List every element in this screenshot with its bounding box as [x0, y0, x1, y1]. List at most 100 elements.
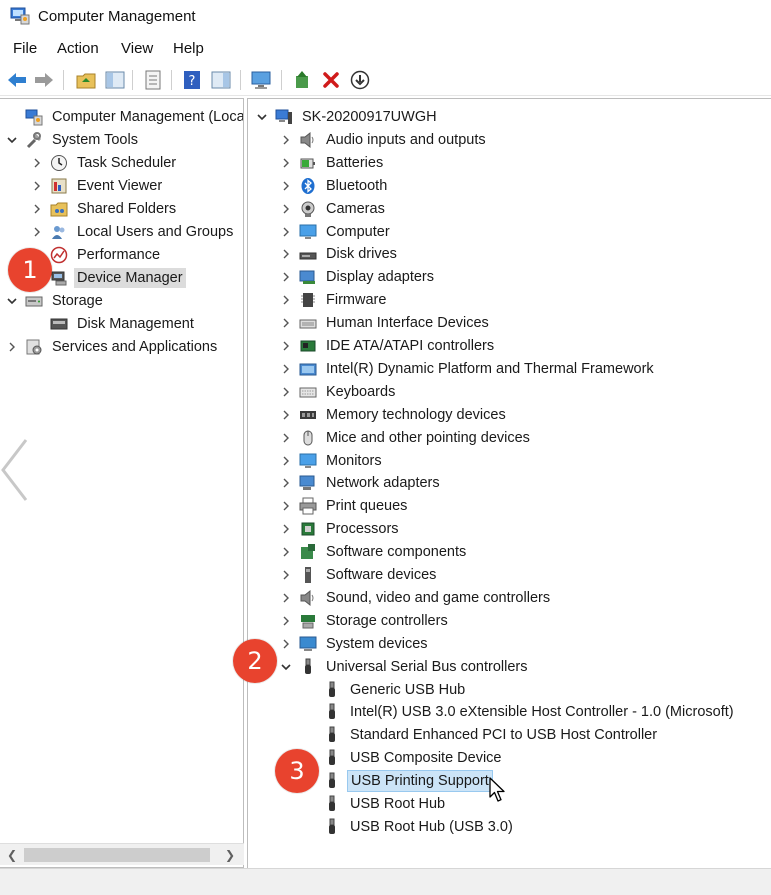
- tree-item-system-tools[interactable]: System Tools: [5, 129, 141, 151]
- keyboard-icon: [299, 383, 317, 401]
- expand-chevron-icon[interactable]: [30, 202, 44, 216]
- computer-icon[interactable]: [250, 69, 272, 91]
- help-icon[interactable]: ?: [181, 69, 203, 91]
- collapse-chevron-icon[interactable]: [279, 660, 293, 674]
- expand-chevron-icon[interactable]: [279, 591, 293, 605]
- expand-chevron-icon[interactable]: [279, 316, 293, 330]
- expand-chevron-icon[interactable]: [30, 225, 44, 239]
- tree-item-services-and-applications[interactable]: Services and Applications: [5, 336, 220, 358]
- device-category-keyboards[interactable]: Keyboards: [279, 381, 398, 403]
- uninstall-icon[interactable]: [320, 69, 342, 91]
- scroll-right-arrow-icon[interactable]: ❯: [222, 847, 238, 863]
- expand-chevron-icon[interactable]: [279, 339, 293, 353]
- tree-node-label: Task Scheduler: [77, 155, 177, 171]
- usb-device-generic-usb-hub[interactable]: Generic USB Hub: [303, 679, 468, 701]
- device-category-ide-ata-atapi-controllers[interactable]: IDE ATA/ATAPI controllers: [279, 335, 497, 357]
- tree-item-task-scheduler[interactable]: Task Scheduler: [30, 152, 179, 174]
- console-tree-pane[interactable]: Computer Management (Local System Tools Ta…: [0, 98, 244, 868]
- expand-chevron-icon[interactable]: [279, 614, 293, 628]
- expand-chevron-icon[interactable]: [279, 270, 293, 284]
- device-category-universal-serial-bus-controllers[interactable]: Universal Serial Bus controllers: [279, 656, 530, 678]
- device-category-system-devices[interactable]: System devices: [279, 633, 431, 655]
- device-category-network-adapters[interactable]: Network adapters: [279, 472, 443, 494]
- expand-chevron-icon[interactable]: [279, 225, 293, 239]
- expand-chevron-icon[interactable]: [279, 408, 293, 422]
- menu-help[interactable]: Help: [173, 40, 204, 57]
- collapse-chevron-icon[interactable]: [5, 294, 19, 308]
- menu-view[interactable]: View: [121, 40, 153, 57]
- show-hide-tree-icon[interactable]: [104, 69, 126, 91]
- collapse-chevron-icon[interactable]: [5, 133, 19, 147]
- expand-chevron-icon[interactable]: [279, 499, 293, 513]
- device-category-monitors[interactable]: Monitors: [279, 450, 385, 472]
- usb-device-usb-printing-support[interactable]: USB Printing Support: [303, 770, 493, 793]
- expand-chevron-icon[interactable]: [279, 156, 293, 170]
- device-category-print-queues[interactable]: Print queues: [279, 495, 410, 517]
- tree-item-disk-management[interactable]: Disk Management: [30, 313, 197, 335]
- device-category-batteries[interactable]: Batteries: [279, 152, 386, 174]
- expand-chevron-icon[interactable]: [279, 431, 293, 445]
- device-category-software-components[interactable]: Software components: [279, 541, 469, 563]
- device-category-memory-technology-devices[interactable]: Memory technology devices: [279, 404, 509, 426]
- device-category-intel-r-dynamic-platform-and-thermal-framework[interactable]: Intel(R) Dynamic Platform and Thermal Fr…: [279, 358, 657, 380]
- expand-chevron-icon[interactable]: [5, 340, 19, 354]
- usb-device-usb-composite-device[interactable]: USB Composite Device: [303, 747, 505, 769]
- forward-icon[interactable]: [33, 69, 55, 91]
- expand-chevron-icon[interactable]: [279, 179, 293, 193]
- usb-device-usb-root-hub-usb-3-0[interactable]: USB Root Hub (USB 3.0): [303, 816, 516, 838]
- usb-device-usb-root-hub[interactable]: USB Root Hub: [303, 793, 448, 815]
- scrollbar-thumb[interactable]: [24, 848, 210, 862]
- device-category-human-interface-devices[interactable]: Human Interface Devices: [279, 312, 492, 334]
- device-category-processors[interactable]: Processors: [279, 518, 402, 540]
- properties-icon[interactable]: [142, 69, 164, 91]
- expand-chevron-icon[interactable]: [279, 522, 293, 536]
- device-category-bluetooth[interactable]: Bluetooth: [279, 175, 390, 197]
- menu-file[interactable]: File: [13, 40, 37, 57]
- expand-chevron-icon[interactable]: [279, 133, 293, 147]
- expand-chevron-icon[interactable]: [30, 179, 44, 193]
- expand-chevron-icon[interactable]: [279, 247, 293, 261]
- tree-item-storage[interactable]: Storage: [5, 290, 106, 312]
- tree-item-shared-folders[interactable]: Shared Folders: [30, 198, 179, 220]
- expand-chevron-icon[interactable]: [279, 476, 293, 490]
- update-driver-icon[interactable]: [291, 69, 313, 91]
- device-category-sound-video-and-game-controllers[interactable]: Sound, video and game controllers: [279, 587, 553, 609]
- device-category-firmware[interactable]: Firmware: [279, 289, 389, 311]
- collapse-chevron-icon[interactable]: [255, 110, 269, 124]
- scan-hardware-icon[interactable]: [349, 69, 371, 91]
- expand-chevron-icon[interactable]: [30, 156, 44, 170]
- expand-chevron-icon[interactable]: [279, 385, 293, 399]
- device-category-storage-controllers[interactable]: Storage controllers: [279, 610, 451, 632]
- usb-device-intel-r-usb-3-0-extensible-host-controller-1-0-microsoft[interactable]: Intel(R) USB 3.0 eXtensible Host Control…: [303, 701, 737, 723]
- device-category-audio-inputs-and-outputs[interactable]: Audio inputs and outputs: [279, 129, 489, 151]
- device-category-cameras[interactable]: Cameras: [279, 198, 388, 220]
- expand-chevron-icon[interactable]: [279, 454, 293, 468]
- tree-item-device-manager[interactable]: Device Manager: [30, 267, 186, 289]
- tree-item-local-users-and-groups[interactable]: Local Users and Groups: [30, 221, 236, 243]
- device-category-disk-drives[interactable]: Disk drives: [279, 243, 400, 265]
- action-pane-icon[interactable]: [210, 69, 232, 91]
- expand-chevron-icon[interactable]: [279, 545, 293, 559]
- expand-chevron-icon[interactable]: [279, 568, 293, 582]
- scroll-left-arrow-icon[interactable]: ❮: [4, 847, 20, 863]
- usb-icon: [323, 681, 341, 699]
- device-root-computer[interactable]: SK-20200917UWGH: [255, 106, 440, 128]
- expand-chevron-icon[interactable]: [279, 202, 293, 216]
- device-tree-pane[interactable]: SK-20200917UWGH Audio inputs and outputs B…: [247, 98, 771, 868]
- expand-chevron-icon[interactable]: [279, 362, 293, 376]
- back-icon[interactable]: [6, 69, 28, 91]
- up-folder-icon[interactable]: [75, 69, 97, 91]
- device-category-mice-and-other-pointing-devices[interactable]: Mice and other pointing devices: [279, 427, 533, 449]
- tree-item-computer-management-local[interactable]: Computer Management (Local: [5, 106, 243, 128]
- device-category-software-devices[interactable]: Software devices: [279, 564, 439, 586]
- device-category-display-adapters[interactable]: Display adapters: [279, 266, 437, 288]
- expand-chevron-icon[interactable]: [279, 637, 293, 651]
- device-category-computer[interactable]: Computer: [279, 221, 393, 243]
- tree-item-event-viewer[interactable]: Event Viewer: [30, 175, 165, 197]
- left-horizontal-scrollbar[interactable]: ❮ ❯: [0, 843, 244, 865]
- menu-action[interactable]: Action: [57, 40, 99, 57]
- usb-device-standard-enhanced-pci-to-usb-host-controller[interactable]: Standard Enhanced PCI to USB Host Contro…: [303, 724, 660, 746]
- expand-chevron-icon[interactable]: [279, 293, 293, 307]
